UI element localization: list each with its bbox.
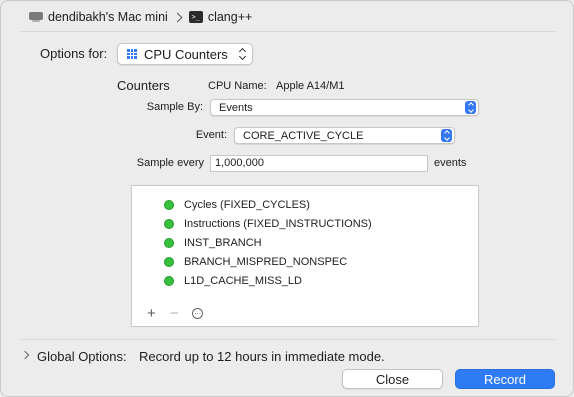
breadcrumb-device[interactable]: dendibakh's Mac mini bbox=[48, 10, 168, 24]
event-name: L1D_CACHE_MISS_LD bbox=[184, 275, 302, 287]
event-popup[interactable]: CORE_ACTIVE_CYCLE bbox=[234, 127, 455, 144]
more-options-icon[interactable]: ··· bbox=[192, 308, 203, 319]
updown-chevron-icon bbox=[465, 101, 476, 114]
global-options-summary: Record up to 12 hours in immediate mode. bbox=[139, 349, 385, 364]
events-list[interactable]: Cycles (FIXED_CYCLES) Instructions (FIXE… bbox=[131, 185, 479, 327]
breadcrumb-target[interactable]: clang++ bbox=[208, 10, 252, 24]
add-icon[interactable]: + bbox=[147, 306, 156, 322]
cpu-name-value: Apple A14/M1 bbox=[276, 80, 345, 92]
event-name: Instructions (FIXED_INSTRUCTIONS) bbox=[184, 218, 372, 230]
sample-every-input[interactable]: 1,000,000 bbox=[210, 155, 428, 172]
event-name: Cycles (FIXED_CYCLES) bbox=[184, 199, 310, 211]
cpu-counters-icon bbox=[127, 49, 137, 59]
status-dot-icon bbox=[164, 238, 174, 248]
options-for-label: Options for: bbox=[40, 46, 108, 61]
close-button[interactable]: Close bbox=[342, 369, 443, 389]
divider bbox=[21, 339, 555, 340]
options-for-popup[interactable]: CPU Counters bbox=[117, 43, 253, 65]
breadcrumb: dendibakh's Mac mini >_ clang++ bbox=[29, 9, 252, 25]
chevron-right-icon bbox=[172, 12, 183, 22]
sample-by-popup[interactable]: Events bbox=[210, 99, 479, 116]
divider bbox=[21, 31, 555, 32]
sample-every-label: Sample every bbox=[136, 157, 204, 169]
disclosure-chevron-icon[interactable] bbox=[20, 350, 30, 360]
status-dot-icon bbox=[164, 276, 174, 286]
mac-mini-icon bbox=[29, 12, 43, 22]
list-item[interactable]: Instructions (FIXED_INSTRUCTIONS) bbox=[164, 218, 372, 230]
terminal-icon: >_ bbox=[188, 11, 203, 23]
record-button[interactable]: Record bbox=[455, 369, 555, 389]
cpu-name-label: CPU Name: bbox=[208, 80, 267, 92]
counters-heading: Counters bbox=[117, 78, 170, 93]
status-dot-icon bbox=[164, 257, 174, 267]
list-item[interactable]: INST_BRANCH bbox=[164, 237, 262, 249]
status-dot-icon bbox=[164, 200, 174, 210]
list-item[interactable]: BRANCH_MISPRED_NONSPEC bbox=[164, 256, 347, 268]
event-name: INST_BRANCH bbox=[184, 237, 262, 249]
options-dialog: dendibakh's Mac mini >_ clang++ Options … bbox=[0, 0, 574, 397]
global-options-label[interactable]: Global Options: bbox=[37, 349, 127, 364]
sample-by-value: Events bbox=[219, 101, 253, 114]
updown-chevron-icon bbox=[239, 47, 247, 61]
list-item[interactable]: Cycles (FIXED_CYCLES) bbox=[164, 199, 310, 211]
options-for-value: CPU Counters bbox=[144, 46, 228, 62]
list-item[interactable]: L1D_CACHE_MISS_LD bbox=[164, 275, 302, 287]
sample-by-label: Sample By: bbox=[146, 101, 203, 113]
updown-chevron-icon bbox=[441, 129, 452, 142]
event-name: BRANCH_MISPRED_NONSPEC bbox=[184, 256, 348, 268]
remove-icon[interactable]: − bbox=[170, 306, 179, 322]
status-dot-icon bbox=[164, 219, 174, 229]
sample-every-unit: events bbox=[434, 157, 467, 169]
event-value: CORE_ACTIVE_CYCLE bbox=[243, 129, 364, 142]
event-label: Event: bbox=[195, 129, 227, 141]
